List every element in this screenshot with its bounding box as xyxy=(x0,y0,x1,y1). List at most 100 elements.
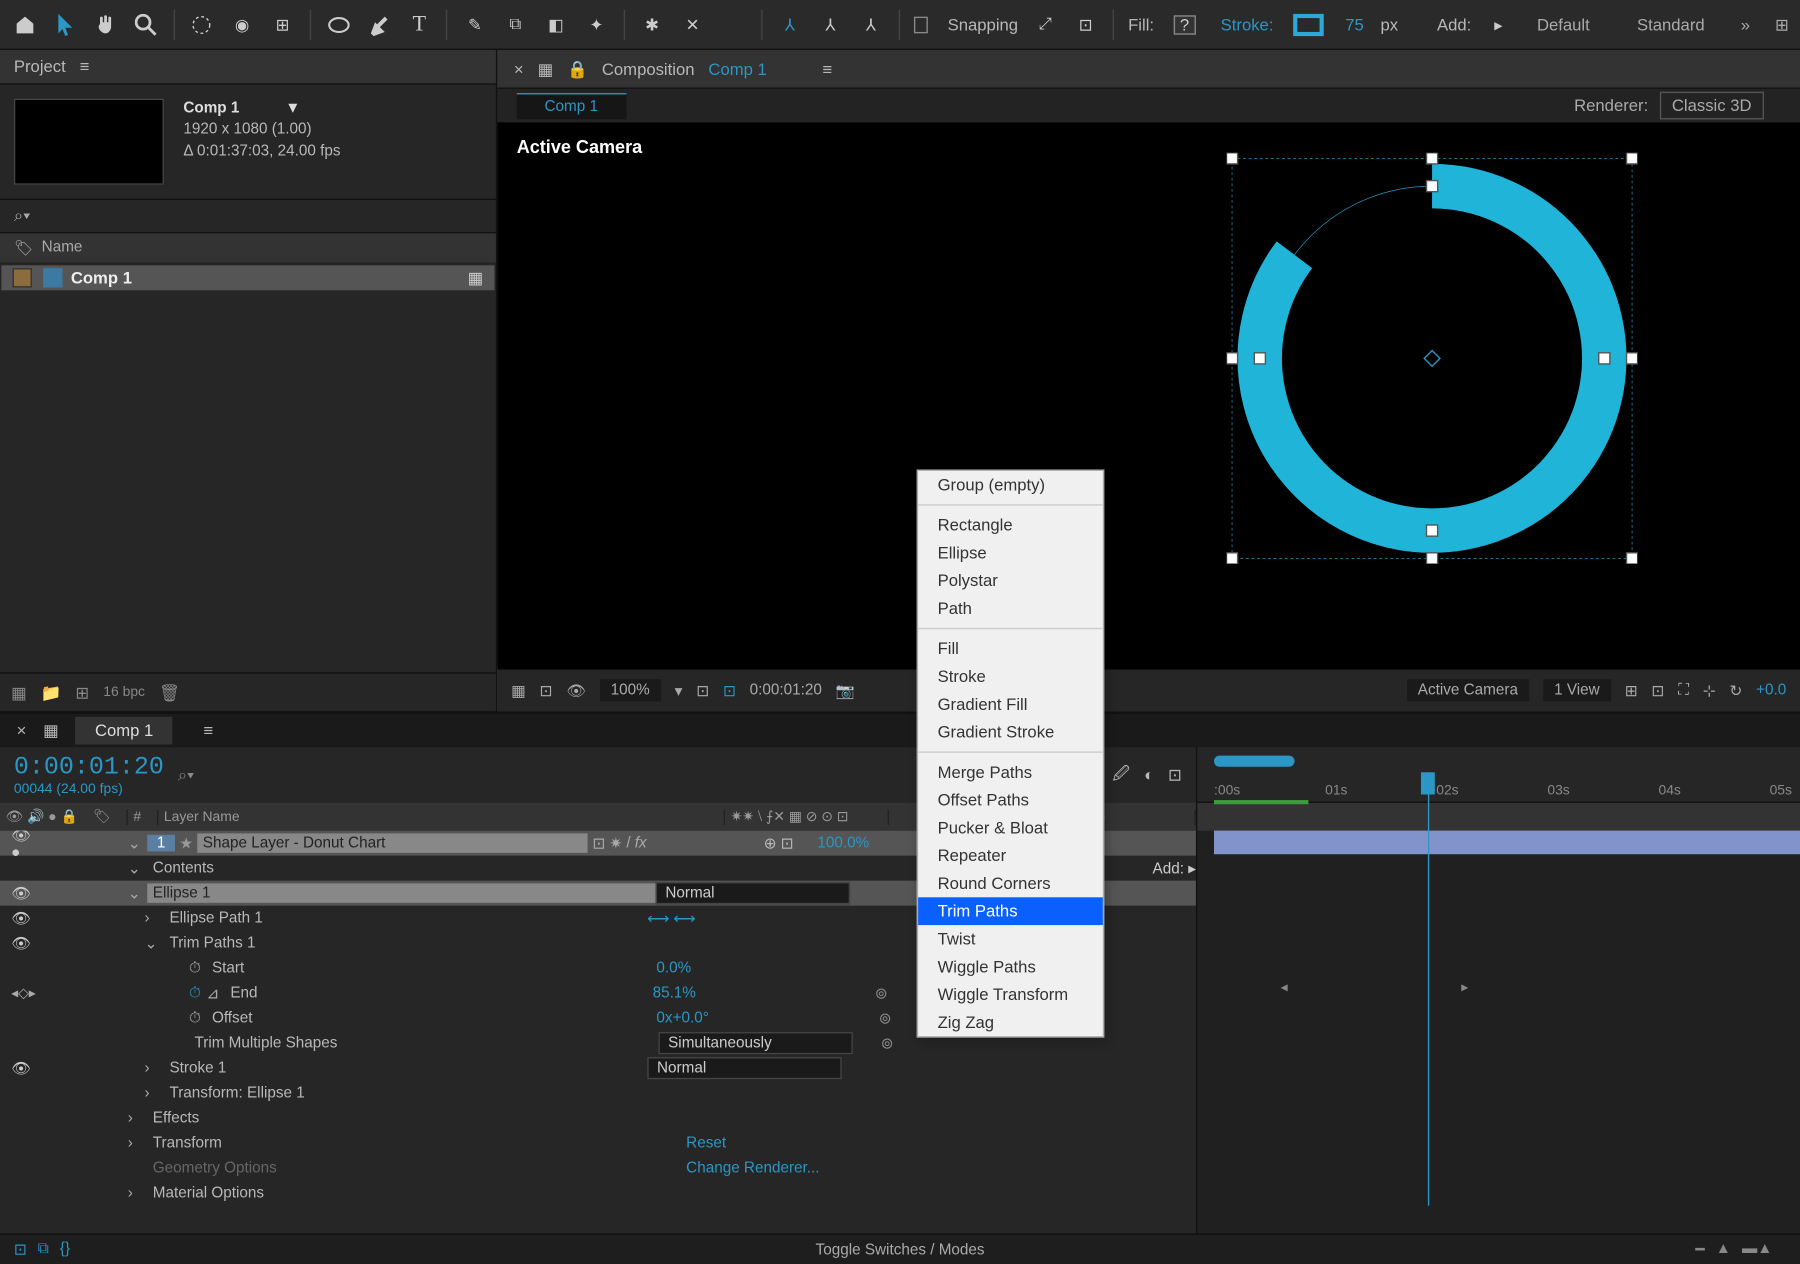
tag-column-icon[interactable]: 🏷 xyxy=(14,239,42,257)
eraser-tool-icon[interactable]: ◧ xyxy=(543,9,570,40)
view-axis-icon[interactable]: ⅄ xyxy=(858,9,885,40)
trash-icon[interactable]: 🗑 xyxy=(159,683,180,702)
magnification-icon[interactable]: ▦ xyxy=(511,681,525,699)
menu-item-gradient-fill[interactable]: Gradient Fill xyxy=(918,690,1103,718)
zoom-slider[interactable]: ▲ xyxy=(1716,1240,1731,1258)
res-icon[interactable]: ▾ xyxy=(675,681,683,699)
clone-tool-icon[interactable]: ⧉ xyxy=(502,9,529,40)
lock-panel-icon[interactable]: 🔒 xyxy=(567,59,588,78)
panel-menu-icon[interactable]: ≡ xyxy=(822,59,832,78)
material-row[interactable]: › Material Options xyxy=(0,1181,1196,1206)
zoom-out-icon[interactable]: ━ xyxy=(1695,1240,1704,1258)
timeline-tab[interactable]: Comp 1 xyxy=(76,717,173,745)
timeline-search[interactable]: ⌕▾ xyxy=(178,765,194,786)
timeline-tracks[interactable]: :00s 01s 02s 03s 04s 05s ◂ ▸ xyxy=(1197,747,1800,1233)
menu-item-zig-zag[interactable]: Zig Zag xyxy=(918,1008,1103,1036)
snapping-checkbox[interactable] xyxy=(913,16,928,33)
new-comp-icon[interactable]: ⊞ xyxy=(75,683,89,702)
work-area-bar[interactable] xyxy=(1214,756,1295,767)
menu-item-offset-paths[interactable]: Offset Paths xyxy=(918,786,1103,814)
snap-opts-icon[interactable]: ⤢ xyxy=(1032,9,1059,40)
switches-column[interactable]: ✷✷ ⧵ ⨍✕ ▦ ⊘ ⊙ ⊡ xyxy=(725,809,889,824)
brush-tool-icon[interactable]: ✎ xyxy=(462,9,489,40)
project-tab[interactable]: Project ≡ xyxy=(0,50,496,85)
stopwatch-start-icon[interactable]: ⏱ xyxy=(189,959,201,977)
effects-row[interactable]: › Effects xyxy=(0,1106,1196,1131)
exposure-value[interactable]: +0.0 xyxy=(1756,682,1786,699)
ellipse-tool-icon[interactable] xyxy=(325,9,352,40)
world-axis-icon[interactable]: ⅄ xyxy=(817,9,844,40)
snap-opts2-icon[interactable]: ⊡ xyxy=(1072,9,1099,40)
workspace-standard[interactable]: Standard xyxy=(1626,12,1716,37)
toggle-switches-modes[interactable]: Toggle Switches / Modes xyxy=(816,1241,985,1258)
fill-swatch[interactable]: ? xyxy=(1173,15,1195,34)
donut-shape[interactable] xyxy=(1226,153,1637,564)
menu-item-ellipse[interactable]: Ellipse xyxy=(918,539,1103,567)
offset-value[interactable]: 0x+0.0° xyxy=(656,1010,878,1027)
view-opt2-icon[interactable]: ⊡ xyxy=(1651,681,1664,699)
vis-columns[interactable]: 👁 🔊 ● 🔒 🏷 xyxy=(0,809,128,824)
tl-frame-blend-icon[interactable]: ⧉ xyxy=(38,1240,49,1258)
tl-icon-4[interactable]: 🖉 xyxy=(1112,760,1130,789)
pin-tool-icon[interactable]: ✕ xyxy=(679,9,706,40)
zoom-in-icon[interactable]: ▬▲ xyxy=(1742,1240,1772,1258)
stopwatch-end-icon[interactable]: ⏱ xyxy=(189,984,201,1002)
menu-item-path[interactable]: Path xyxy=(918,594,1103,622)
current-timecode[interactable]: 0:00:01:20 xyxy=(14,754,164,782)
puppet-tool-icon[interactable]: ✱ xyxy=(639,9,666,40)
kf-prev-icon[interactable]: ◂ xyxy=(1281,981,1288,996)
menu-item-merge-paths[interactable]: Merge Paths xyxy=(918,758,1103,786)
type-tool-icon[interactable]: T xyxy=(406,9,433,40)
kf-next-icon[interactable]: ▸ xyxy=(1461,981,1468,996)
end-value[interactable]: 85.1% xyxy=(653,985,875,1002)
home-icon[interactable] xyxy=(11,9,38,40)
layer-name[interactable]: Shape Layer - Donut Chart xyxy=(197,833,587,852)
menu-item-trim-paths[interactable]: Trim Paths xyxy=(918,897,1103,925)
comp-thumbnail[interactable] xyxy=(14,99,164,185)
view-layout[interactable]: 1 View xyxy=(1543,679,1611,701)
menu-item-round-corners[interactable]: Round Corners xyxy=(918,870,1103,898)
time-display[interactable]: 0:00:01:20 xyxy=(750,682,822,699)
roi-icon[interactable]: ⊡ xyxy=(696,681,709,699)
stopwatch-offset-icon[interactable]: ⏱ xyxy=(189,1009,201,1027)
tl-motion-blur-icon[interactable]: {} xyxy=(60,1240,70,1258)
selection-tool-icon[interactable] xyxy=(52,9,79,40)
zoom-tool-icon[interactable] xyxy=(133,9,160,40)
panel-menu-icon[interactable]: ≡ xyxy=(80,57,90,76)
local-axis-icon[interactable]: ⅄ xyxy=(777,9,804,40)
stroke-label[interactable]: Stroke: xyxy=(1221,15,1274,34)
menu-item-wiggle-paths[interactable]: Wiggle Paths xyxy=(918,953,1103,981)
bpc-toggle[interactable]: 16 bpc xyxy=(103,685,145,700)
graph-icon[interactable]: ⊿ xyxy=(206,984,219,1002)
timeline-menu-icon[interactable]: ≡ xyxy=(203,721,213,740)
menu-item-rectangle[interactable]: Rectangle xyxy=(918,511,1103,539)
stroke-blend-mode[interactable]: Normal xyxy=(647,1057,841,1079)
comp-flow-tab[interactable]: Comp 1 xyxy=(517,92,626,118)
menu-item-pucker-bloat[interactable]: Pucker & Bloat xyxy=(918,814,1103,842)
layer-name-column[interactable]: Layer Name xyxy=(158,809,725,824)
workspace-settings-icon[interactable]: ⊞ xyxy=(1775,15,1789,34)
new-folder-icon[interactable]: 📁 xyxy=(41,683,62,702)
transform-ellipse-row[interactable]: › Transform: Ellipse 1 xyxy=(0,1081,1196,1106)
tl-expand-icon[interactable]: ⊡ xyxy=(14,1240,27,1258)
transform-row[interactable]: › Transform Reset xyxy=(0,1131,1196,1156)
renderer-dropdown[interactable]: Classic 3D xyxy=(1659,92,1764,120)
close-timeline-tab-icon[interactable]: × xyxy=(17,721,27,740)
composition-viewport[interactable]: Active Camera xyxy=(497,122,1800,669)
pen-tool-icon[interactable] xyxy=(365,9,392,40)
menu-item-group-empty-[interactable]: Group (empty) xyxy=(918,471,1103,499)
roto-tool-icon[interactable]: ✦ xyxy=(583,9,610,40)
name-column-header[interactable]: Name xyxy=(42,239,83,257)
workspace-more-icon[interactable]: » xyxy=(1741,15,1750,34)
mask-icon[interactable]: 👁 xyxy=(566,681,585,699)
menu-item-stroke[interactable]: Stroke xyxy=(918,663,1103,691)
rotation-tool-icon[interactable]: ◉ xyxy=(229,9,256,40)
trim-multi-dropdown[interactable]: Simultaneously xyxy=(658,1032,852,1054)
comp-tab-name[interactable]: Comp 1 xyxy=(708,59,766,78)
change-renderer-link[interactable]: Change Renderer... xyxy=(686,1160,908,1177)
item-label-swatch[interactable] xyxy=(13,268,32,287)
interpret-icon[interactable]: ▦ xyxy=(11,683,27,702)
camera-tool-icon[interactable]: ⊞ xyxy=(269,9,296,40)
menu-item-wiggle-transform[interactable]: Wiggle Transform xyxy=(918,981,1103,1009)
reset-link[interactable]: Reset xyxy=(686,1135,908,1152)
